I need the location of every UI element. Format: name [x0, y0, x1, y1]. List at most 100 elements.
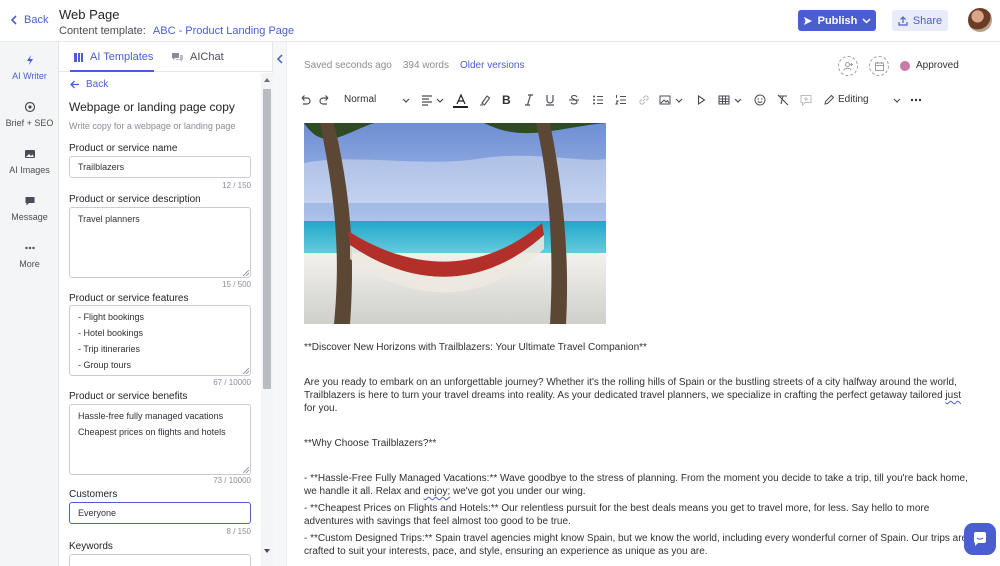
underline-icon[interactable]	[543, 93, 557, 107]
word-count: 394 words	[402, 60, 449, 71]
bullet-list-icon[interactable]	[591, 93, 605, 107]
page-title-block: Web Page Content template: ABC - Product…	[59, 7, 294, 37]
description-counter: 15 / 500	[222, 280, 251, 289]
feature-line: - Group tours	[78, 360, 132, 370]
name-counter: 12 / 150	[222, 181, 251, 190]
saved-status: Saved seconds ago	[304, 60, 392, 71]
rail-item-more[interactable]: More	[0, 242, 59, 269]
template-link[interactable]: ABC - Product Landing Page	[153, 25, 294, 37]
publish-button[interactable]: Publish	[798, 10, 876, 31]
upload-icon	[898, 15, 908, 26]
paragraph-style-select[interactable]: Normal	[344, 94, 376, 105]
chevron-down-icon[interactable]	[890, 93, 904, 107]
benefits-counter: 73 / 10000	[213, 476, 251, 485]
tab-aichat[interactable]: AIChat	[171, 51, 224, 63]
rail-item-message[interactable]: Message	[0, 195, 59, 222]
hammock-beach-image[interactable]	[304, 123, 606, 324]
play-icon[interactable]	[694, 93, 708, 107]
chevron-down-icon[interactable]	[433, 93, 447, 107]
strikethrough-icon[interactable]	[567, 93, 581, 107]
resize-handle[interactable]	[243, 368, 249, 374]
older-versions-link[interactable]: Older versions	[460, 60, 524, 71]
pencil-icon[interactable]	[822, 93, 836, 107]
tab-ai-templates[interactable]: AI Templates	[73, 51, 153, 63]
field-label-description: Product or service description	[69, 194, 201, 205]
benefit-line: Hassle-free fully managed vacations	[78, 411, 224, 421]
product-name-value: Trailblazers	[78, 162, 125, 172]
user-avatar[interactable]	[968, 8, 992, 32]
scroll-up-arrow[interactable]	[264, 78, 270, 82]
align-icon[interactable]	[420, 93, 434, 107]
product-name-input[interactable]: Trailblazers	[69, 156, 251, 178]
numbered-list-icon[interactable]	[614, 93, 628, 107]
resize-handle[interactable]	[243, 467, 249, 473]
target-icon	[24, 101, 36, 113]
panel-form: Back Webpage or landing page copy Write …	[59, 73, 261, 566]
panel-collapse-bar[interactable]	[273, 42, 287, 566]
undo-icon[interactable]	[298, 93, 312, 107]
rail-item-label: Message	[11, 212, 48, 222]
more-dots-icon	[24, 242, 36, 254]
emoji-icon[interactable]	[753, 93, 767, 107]
product-description-value: Travel planners	[78, 214, 140, 224]
add-user-icon	[843, 61, 854, 72]
redo-icon[interactable]	[318, 93, 332, 107]
status-dot	[900, 60, 910, 71]
product-features-textarea[interactable]: - Flight bookings - Hotel bookings - Tri…	[69, 305, 251, 376]
approval-status[interactable]: Approved	[900, 60, 959, 71]
italic-icon[interactable]	[522, 93, 536, 107]
bold-icon[interactable]: B	[502, 93, 511, 107]
rail-item-label: AI Writer	[12, 71, 47, 81]
text-color-icon[interactable]	[454, 93, 468, 107]
templates-icon	[73, 52, 84, 63]
ai-templates-panel: AI Templates AIChat Back Webpage or land…	[59, 42, 273, 566]
panel-scrollbar[interactable]	[261, 73, 273, 566]
tab-label: AI Templates	[90, 51, 154, 63]
image-icon	[24, 148, 36, 160]
spell-flag[interactable]: enjoy;	[424, 486, 451, 497]
chevron-down-icon[interactable]	[672, 93, 686, 107]
page-title: Web Page	[59, 7, 120, 22]
left-rail: AI Writer Brief + SEO AI Images Message …	[0, 42, 59, 566]
resize-handle[interactable]	[243, 270, 249, 276]
rail-item-brief-seo[interactable]: Brief + SEO	[0, 101, 59, 128]
doc-intro: Are you ready to embark on an unforgetta…	[304, 377, 961, 414]
panel-back-button[interactable]: Back	[70, 79, 108, 90]
scroll-down-arrow[interactable]	[264, 549, 270, 553]
keywords-input[interactable]	[69, 554, 251, 566]
insert-image-icon[interactable]	[658, 93, 672, 107]
rail-item-ai-images[interactable]: AI Images	[0, 148, 59, 175]
panel-tabs: AI Templates AIChat	[59, 42, 273, 72]
highlight-icon[interactable]	[478, 93, 492, 107]
feature-line: - Flight bookings	[78, 312, 145, 322]
customers-input[interactable]: Everyone	[69, 502, 251, 524]
product-benefits-textarea[interactable]: Hassle-free fully managed vacations Chea…	[69, 404, 251, 475]
schedule-button[interactable]	[869, 56, 889, 76]
chevron-down-icon[interactable]	[399, 93, 413, 107]
feature-line: - Trip itineraries	[78, 344, 141, 354]
field-label-name: Product or service name	[69, 143, 178, 154]
field-label-features: Product or service features	[69, 293, 189, 304]
publish-label: Publish	[817, 14, 858, 27]
spell-flag[interactable]: just	[945, 390, 961, 401]
share-button[interactable]: Share	[892, 10, 948, 31]
chat-support-button[interactable]	[964, 523, 996, 555]
assign-user-button[interactable]	[838, 56, 858, 76]
product-description-textarea[interactable]: Travel planners	[69, 207, 251, 278]
rail-item-ai-writer[interactable]: AI Writer	[0, 54, 59, 81]
document-body[interactable]: **Discover New Horizons with Trailblazer…	[304, 341, 970, 562]
clear-format-icon[interactable]	[776, 93, 790, 107]
section-subtitle: Write copy for a webpage or landing page	[69, 121, 236, 131]
comment-icon	[799, 93, 813, 107]
benefit-line: Cheapest prices on flights and hotels	[78, 427, 226, 437]
template-label: Content template:	[59, 25, 146, 37]
customers-counter: 8 / 150	[226, 527, 251, 536]
table-icon[interactable]	[717, 93, 731, 107]
chevron-down-icon[interactable]	[731, 93, 745, 107]
field-label-benefits: Product or service benefits	[69, 391, 188, 402]
editing-mode-select[interactable]: Editing	[838, 94, 869, 105]
scrollbar-thumb[interactable]	[263, 89, 271, 389]
more-options-icon[interactable]	[909, 93, 923, 107]
back-button[interactable]: Back	[10, 14, 48, 26]
link-icon	[637, 93, 651, 107]
